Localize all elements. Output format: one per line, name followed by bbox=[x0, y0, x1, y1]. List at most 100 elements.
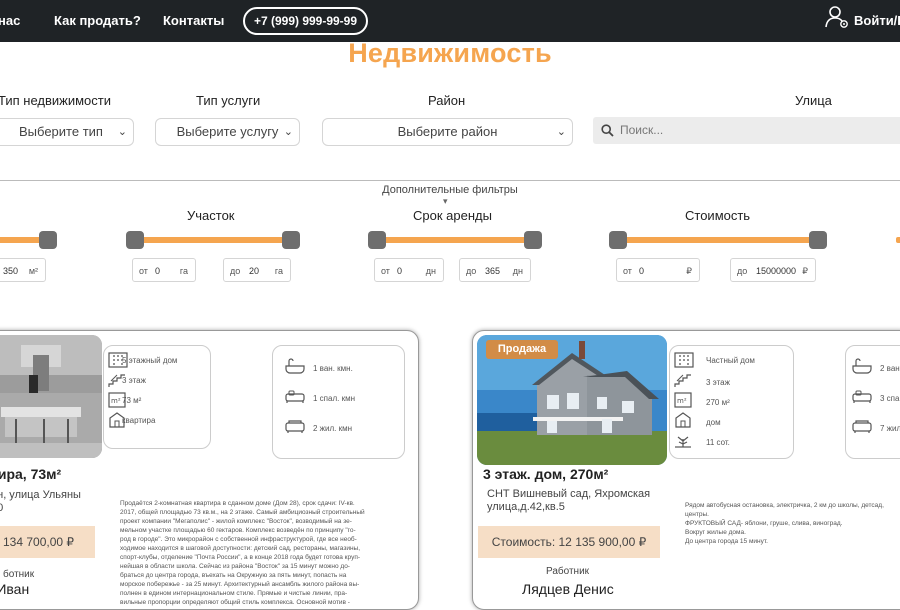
filter-label-service-type: Тип услуги bbox=[196, 93, 261, 108]
additional-filters-toggle[interactable]: Дополнительные фильтры bbox=[0, 184, 900, 196]
filters-divider bbox=[0, 180, 900, 181]
area-range-from-value: 350 bbox=[3, 266, 19, 276]
price-range-to-value: 15000000 bbox=[756, 266, 797, 276]
price-range-track bbox=[614, 237, 824, 243]
property-type-icon bbox=[675, 412, 691, 428]
plot-range-label: Участок bbox=[187, 208, 235, 223]
listing-address-line1: он, улица Ульяны bbox=[0, 489, 81, 501]
plot-range-from-prefix: от bbox=[139, 266, 148, 276]
price-range-max-handle[interactable] bbox=[809, 231, 827, 249]
phone-button[interactable]: +7 (999) 999-99-99 bbox=[243, 7, 368, 35]
listing-agent-name: Лядцев Денис bbox=[522, 581, 614, 597]
room-living-rooms: 7 жил bbox=[880, 424, 900, 433]
bed-icon bbox=[285, 390, 305, 403]
price-range-to-input[interactable]: до 15000000 ₽ bbox=[730, 258, 816, 282]
spec-area: 73 м² bbox=[122, 396, 142, 405]
sofa-icon bbox=[852, 420, 872, 433]
price-range-from-value: 0 bbox=[639, 266, 645, 276]
price-range-unit: ₽ bbox=[686, 266, 692, 276]
service-type-select-value: Выберите услугу bbox=[176, 124, 279, 139]
spec-building: 5 этажный дом bbox=[122, 356, 178, 365]
service-type-select[interactable]: Выберите услугу ⌄ bbox=[155, 118, 300, 146]
nav-link-contacts[interactable]: Контакты bbox=[163, 13, 224, 28]
listing-agent-label: ботник bbox=[3, 569, 35, 580]
bathtub-icon bbox=[852, 358, 872, 374]
rent-term-range-from-value: 0 bbox=[397, 266, 403, 276]
login-label: Войти/Р bbox=[854, 13, 900, 28]
listing-card[interactable]: Продажа Частный дом 3 этаж m² 270 м² дом… bbox=[472, 330, 900, 610]
room-bathrooms: 1 ван. кмн. bbox=[313, 364, 353, 373]
chevron-down-icon: ▾ bbox=[443, 196, 448, 206]
chevron-down-icon: ⌄ bbox=[117, 126, 127, 138]
plot-range-to-prefix: до bbox=[230, 266, 241, 276]
rent-term-range-from-prefix: от bbox=[381, 266, 390, 276]
area-range-max-handle[interactable] bbox=[39, 231, 57, 249]
listing-description: Рядом автобусная остановка, электричка, … bbox=[685, 502, 884, 545]
price-range-label: Стоимость bbox=[685, 208, 751, 223]
listing-agent-label: Работник bbox=[546, 566, 590, 577]
chevron-down-icon: ⌄ bbox=[556, 126, 566, 138]
listing-title[interactable]: 3 этаж. дом, 270м² bbox=[483, 466, 608, 482]
room-bathrooms: 2 ван. bbox=[880, 364, 900, 373]
price-range-to-prefix: до bbox=[737, 266, 748, 276]
district-select[interactable]: Выберите район ⌄ bbox=[322, 118, 573, 146]
filter-label-property-type: Тип недвижимости bbox=[0, 93, 112, 108]
room-bedrooms: 3 спа bbox=[880, 394, 900, 403]
extra-range-track bbox=[896, 237, 900, 243]
plot-range-unit: га bbox=[179, 266, 188, 276]
listing-agent-name: в Иван bbox=[0, 581, 30, 597]
plot-range-max-handle[interactable] bbox=[282, 231, 300, 249]
room-bedrooms: 1 спал. кмн bbox=[313, 394, 355, 403]
listing-address-line2: улица,д.42,кв.5 bbox=[487, 501, 565, 513]
rent-term-range-min-handle[interactable] bbox=[368, 231, 386, 249]
area-icon: m² bbox=[674, 392, 692, 408]
street-search-placeholder: Поиск... bbox=[620, 123, 664, 137]
rent-term-range-max-handle[interactable] bbox=[524, 231, 542, 249]
rent-term-range-to-prefix: до bbox=[466, 266, 477, 276]
user-icon bbox=[825, 6, 848, 28]
area-range-unit: м² bbox=[28, 266, 38, 276]
listing-description: Продаётся 2-комнатная квартира в сданном… bbox=[120, 500, 365, 606]
plot-range-track bbox=[132, 237, 292, 243]
listing-address-line2: 10 bbox=[0, 502, 3, 515]
rent-term-range-to-value: 365 bbox=[485, 266, 501, 276]
spec-building: Частный дом bbox=[706, 356, 755, 365]
top-navigation-bar: нас Как продать? Контакты +7 (999) 999-9… bbox=[0, 0, 900, 42]
property-type-select-value: Выберите тип bbox=[19, 124, 103, 139]
plot-range-min-handle[interactable] bbox=[126, 231, 144, 249]
street-search-input[interactable]: Поиск... bbox=[593, 117, 900, 144]
nav-link-how-to-sell[interactable]: Как продать? bbox=[54, 13, 141, 28]
listing-specs-box: 5 этажный дом 3 этаж m² 73 м² квартира bbox=[103, 345, 211, 449]
listing-price: Стоимость: 12 135 900,00 ₽ bbox=[478, 526, 660, 558]
price-range-min-handle[interactable] bbox=[609, 231, 627, 249]
page-title: Недвижимость bbox=[348, 38, 552, 68]
plot-icon bbox=[675, 436, 691, 448]
rent-term-range-track bbox=[375, 237, 535, 243]
listing-rooms-box: 1 ван. кмн. 1 спал. кмн 2 жил. кмн bbox=[272, 345, 405, 459]
stairs-icon bbox=[674, 374, 691, 387]
filter-label-district: Район bbox=[428, 93, 466, 108]
district-select-value: Выберите район bbox=[397, 124, 498, 139]
rent-term-range-from-input[interactable]: от 0 дн bbox=[374, 258, 444, 282]
listing-photo[interactable]: Продажа bbox=[477, 335, 667, 465]
kitchen-photo bbox=[0, 335, 102, 458]
listing-photo[interactable] bbox=[0, 335, 102, 458]
svg-text:m²: m² bbox=[677, 397, 687, 405]
spec-type: дом bbox=[706, 418, 721, 427]
listing-address-line1: СНТ Вишневый сад, Яхромская bbox=[487, 488, 651, 500]
filter-label-street: Улица bbox=[795, 93, 832, 108]
nav-link-about[interactable]: нас bbox=[0, 13, 20, 28]
listing-title[interactable]: тира, 73м² bbox=[0, 466, 61, 482]
plot-range-to-input[interactable]: до 20 га bbox=[223, 258, 291, 282]
property-type-select[interactable]: Выберите тип ⌄ bbox=[0, 118, 134, 146]
rent-term-range-to-input[interactable]: до 365 дн bbox=[459, 258, 531, 282]
price-range-from-input[interactable]: от 0 ₽ bbox=[616, 258, 700, 282]
plot-range-to-value: 20 bbox=[249, 266, 260, 276]
bathtub-icon bbox=[285, 358, 305, 374]
spec-floor: 3 этаж bbox=[706, 378, 730, 387]
area-range-from-input[interactable]: 350 м² bbox=[0, 258, 46, 282]
rent-term-range-unit: дн bbox=[425, 266, 436, 276]
plot-range-unit: га bbox=[274, 266, 283, 276]
plot-range-from-input[interactable]: от 0 га bbox=[132, 258, 196, 282]
listing-card[interactable]: 5 этажный дом 3 этаж m² 73 м² квартира 1… bbox=[0, 330, 419, 610]
